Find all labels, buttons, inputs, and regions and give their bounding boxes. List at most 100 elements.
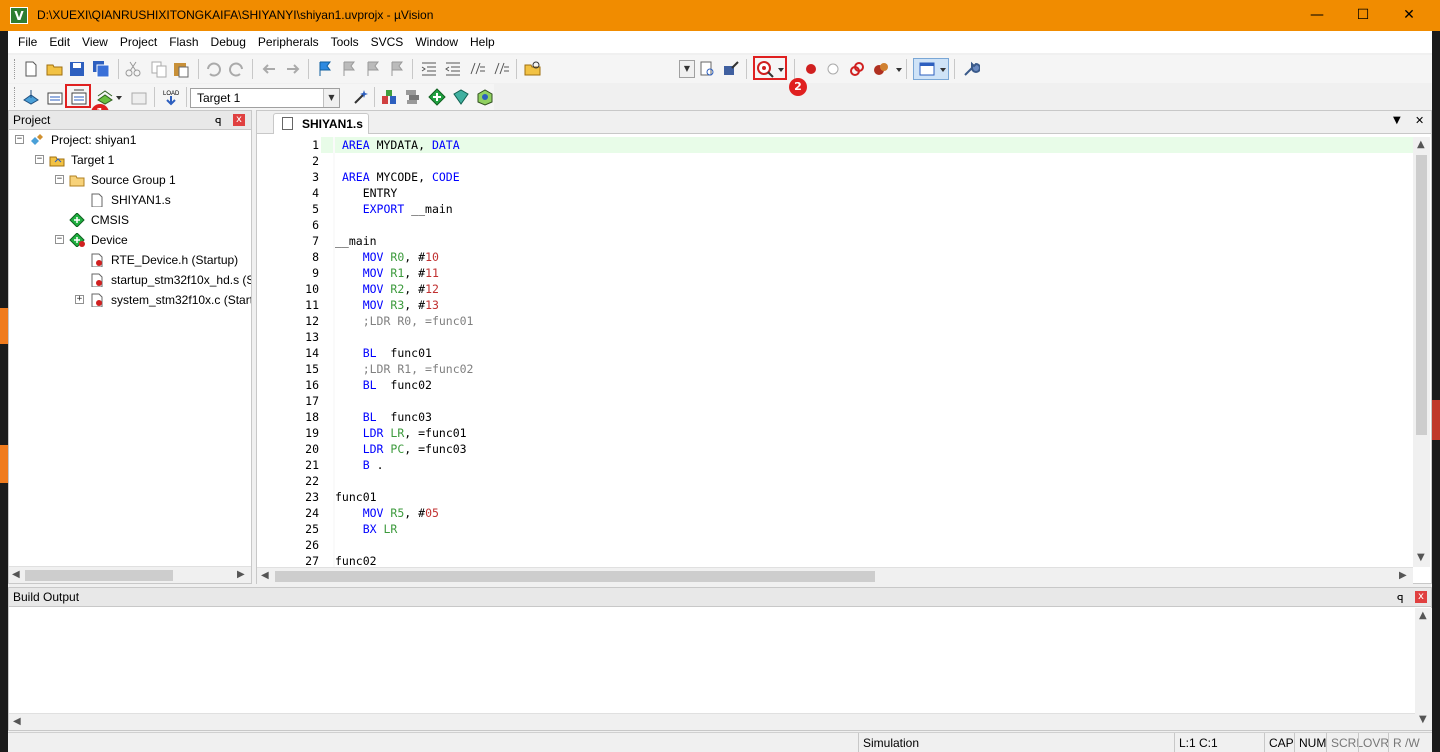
tree-item-device[interactable]: − Device [9,230,251,250]
select-packs-icon[interactable] [404,88,422,106]
scroll-left-icon[interactable]: ◀ [13,716,21,727]
editor-vertical-scrollbar[interactable]: ▲ ▼ [1413,137,1430,567]
code-line[interactable]: MOV R0, #10 [335,249,439,265]
menu-window[interactable]: Window [409,31,464,53]
close-button[interactable]: ✕ [1386,0,1432,31]
insert-breakpoint-icon[interactable] [802,60,820,78]
next-bookmark-icon[interactable] [364,60,382,78]
breakpoints-dropdown-arrow[interactable] [896,68,902,72]
menu-view[interactable]: View [76,31,114,53]
device-database-icon[interactable] [476,88,494,106]
enable-breakpoint-icon[interactable] [824,60,842,78]
tab-shiyan1-s[interactable]: SHIYAN1.s [273,113,369,134]
code-line[interactable]: func01 [335,489,377,505]
configure-wrench-icon[interactable] [962,60,980,78]
tree-item-rte-device[interactable]: RTE_Device.h (Startup) [9,250,251,270]
close-panel-icon[interactable]: x [233,114,245,126]
translate-icon[interactable] [22,88,40,106]
scroll-left-icon[interactable]: ◀ [12,569,20,580]
scroll-up-icon[interactable]: ▲ [1417,139,1425,150]
pack-installer-icon[interactable] [452,88,470,106]
save-icon[interactable] [68,60,86,78]
code-line[interactable]: AREA MYDATA, DATA [335,137,460,153]
browse-symbols-icon[interactable] [722,60,740,78]
save-all-icon[interactable] [92,60,110,78]
window-layout-icon[interactable] [918,60,936,78]
scroll-thumb[interactable] [25,570,173,581]
download-load-icon[interactable]: LOAD [162,88,180,106]
toolbar-grip[interactable] [14,87,17,107]
indent-icon[interactable] [420,60,438,78]
prev-bookmark-icon[interactable] [340,60,358,78]
build-icon[interactable] [46,88,64,106]
target-select[interactable]: Target 1 ▼ [190,88,340,108]
find-in-files-icon[interactable] [524,60,542,78]
unindent-icon[interactable] [444,60,462,78]
kill-breakpoints-icon[interactable] [872,60,890,78]
code-line[interactable]: MOV R1, #11 [335,265,439,281]
scroll-thumb[interactable] [275,571,875,582]
project-horizontal-scrollbar[interactable]: ◀ ▶ [9,566,251,583]
batch-dropdown-arrow[interactable] [116,96,122,100]
copy-icon[interactable] [150,60,168,78]
layout-dropdown-arrow[interactable] [940,68,946,72]
collapse-toggle[interactable]: − [35,155,44,164]
pin-icon[interactable]: ꟼ [1397,591,1404,609]
scroll-left-icon[interactable]: ◀ [261,570,269,581]
scroll-right-icon[interactable]: ▶ [237,569,245,580]
code-line[interactable]: LDR PC, =func03 [335,441,467,457]
menu-file[interactable]: File [8,31,43,53]
find-combo-arrow[interactable]: ▼ [679,60,695,78]
code-line[interactable]: ;LDR R0, =func01 [335,313,474,329]
code-line[interactable]: LDR LR, =func01 [335,425,467,441]
tree-item-system[interactable]: + system_stm32f10x.c (Start [9,290,251,310]
menu-tools[interactable]: Tools [325,31,365,53]
comment-icon[interactable] [468,60,486,78]
bookmark-icon[interactable] [316,60,334,78]
code-line[interactable]: BL func02 [335,377,432,393]
redo-icon[interactable] [228,60,246,78]
tree-item-target[interactable]: − Target 1 [9,150,251,170]
collapse-toggle[interactable]: − [55,235,64,244]
incremental-find-icon[interactable] [698,60,716,78]
close-tab-icon[interactable]: ✕ [1415,114,1424,127]
build-vertical-scrollbar[interactable]: ▲ ▼ [1415,608,1432,730]
cut-icon[interactable] [124,60,142,78]
code-line[interactable]: ;LDR R1, =func02 [335,361,474,377]
clear-bookmarks-icon[interactable] [388,60,406,78]
tree-item-startup[interactable]: startup_stm32f10x_hd.s (S [9,270,251,290]
navigate-forward-icon[interactable] [284,60,302,78]
code-line[interactable]: BX LR [335,521,398,537]
tab-list-dropdown-icon[interactable]: ▼ [1393,115,1401,126]
code-line[interactable]: EXPORT __main [335,201,453,217]
build-output-text[interactable] [9,608,1415,713]
code-area[interactable]: 1 AREA MYDATA, DATA 2 3 AREA MYCODE, CODE 4… [257,137,1413,567]
stop-build-icon[interactable] [130,88,148,106]
open-folder-icon[interactable] [46,60,64,78]
code-line[interactable]: BL func01 [335,345,432,361]
menu-peripherals[interactable]: Peripherals [252,31,325,53]
scroll-right-icon[interactable]: ▶ [1399,570,1407,581]
code-line[interactable]: MOV R5, #05 [335,505,439,521]
collapse-toggle[interactable]: − [15,135,24,144]
manage-project-items-icon[interactable] [380,88,398,106]
maximize-button[interactable]: ☐ [1340,0,1386,31]
expand-toggle[interactable]: + [75,295,84,304]
new-file-icon[interactable] [22,60,40,78]
build-horizontal-scrollbar[interactable]: ◀ [9,713,1415,730]
code-line[interactable]: func02 [335,553,377,567]
target-options-icon[interactable] [352,88,370,106]
tree-item-project[interactable]: − Project: shiyan1 [9,130,251,150]
menu-project[interactable]: Project [114,31,163,53]
menu-edit[interactable]: Edit [43,31,76,53]
menu-debug[interactable]: Debug [205,31,252,53]
menu-help[interactable]: Help [464,31,501,53]
code-line[interactable]: B . [335,457,384,473]
code-line[interactable]: BL func03 [335,409,432,425]
chevron-down-icon[interactable]: ▼ [323,89,339,107]
scroll-thumb[interactable] [1416,155,1427,435]
code-line[interactable]: AREA MYCODE, CODE [335,169,460,185]
toolbar-grip[interactable] [14,59,17,79]
close-panel-icon[interactable]: x [1415,591,1427,603]
scroll-down-icon[interactable]: ▼ [1417,552,1425,563]
